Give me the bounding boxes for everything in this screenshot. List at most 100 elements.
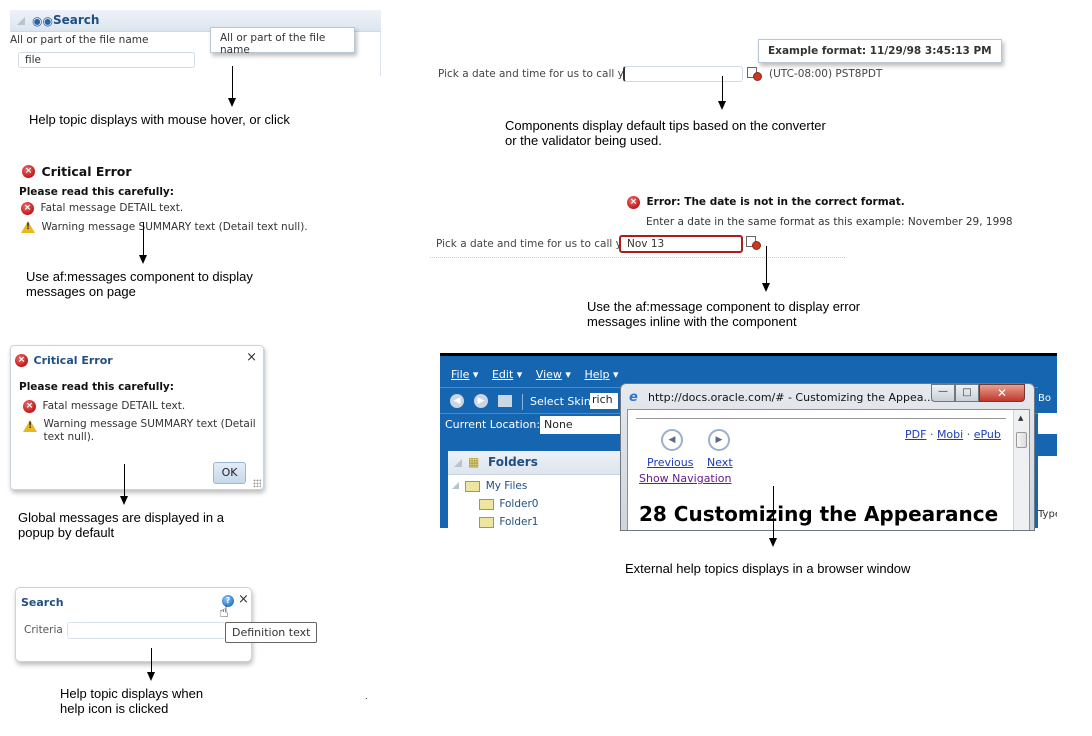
menu-file[interactable]: File ▾ bbox=[451, 368, 478, 381]
scroll-thumb[interactable] bbox=[1016, 432, 1027, 448]
scroll-up-icon[interactable]: ▲ bbox=[1018, 414, 1023, 422]
show-navigation-link[interactable]: Show Navigation bbox=[639, 472, 732, 485]
resize-grip-icon[interactable] bbox=[253, 479, 261, 487]
tree-node[interactable]: My Files bbox=[452, 480, 527, 492]
error-icon: × bbox=[627, 195, 640, 209]
close-icon[interactable]: × bbox=[246, 350, 257, 365]
ie-icon: e bbox=[629, 390, 638, 405]
calendar-clock-icon[interactable] bbox=[747, 66, 762, 81]
maximize-button[interactable]: □ bbox=[955, 384, 979, 402]
caption-line: messages on page bbox=[26, 284, 136, 299]
date-label: Pick a date and time for us to call you bbox=[436, 238, 635, 250]
error-icon: × bbox=[21, 201, 34, 215]
date-input[interactable] bbox=[623, 66, 743, 82]
date-label: Pick a date and time for us to call you bbox=[438, 68, 637, 80]
error-icon: × bbox=[22, 165, 35, 178]
disclosure-triangle-icon[interactable] bbox=[17, 17, 25, 25]
caption-help-icon: Help topic displays when help icon is cl… bbox=[60, 686, 203, 716]
caption-external-help: External help topics displays in a brows… bbox=[625, 561, 911, 576]
arrow bbox=[124, 464, 125, 498]
caption-default-tips: Components display default tips based on… bbox=[505, 118, 826, 148]
caption-line: messages inline with the component bbox=[587, 314, 797, 329]
pdf-link[interactable]: PDF bbox=[905, 428, 926, 441]
folder-up-icon[interactable] bbox=[498, 395, 512, 407]
date-input-error[interactable]: Nov 13 bbox=[619, 235, 743, 253]
popup-intro: Please read this carefully: bbox=[19, 381, 174, 393]
timezone-label: (UTC-08:00) PST8PDT bbox=[769, 68, 883, 80]
vertical-scrollbar[interactable]: ▲ bbox=[1013, 410, 1029, 530]
forward-icon[interactable]: ▶ bbox=[474, 394, 488, 408]
window-controls: — □ ✕ bbox=[931, 384, 1031, 403]
caption-line: Global messages are displayed in a bbox=[18, 510, 224, 525]
caption-popup: Global messages are displayed in a popup… bbox=[18, 510, 224, 540]
message-text: text null). bbox=[43, 431, 95, 443]
caption-line: Use the af:message component to display … bbox=[587, 299, 861, 314]
menu-edit[interactable]: Edit ▾ bbox=[492, 368, 522, 381]
arrow-head bbox=[139, 255, 147, 264]
menu-label: File bbox=[451, 368, 470, 381]
caption-messages: Use af:messages component to display mes… bbox=[26, 269, 253, 299]
file-name-label: All or part of the file name bbox=[10, 34, 149, 46]
browser-title: http://docs.oracle.com/# - Customizing t… bbox=[648, 391, 934, 404]
next-link[interactable]: Next bbox=[707, 456, 733, 469]
folder-icon bbox=[479, 498, 494, 510]
right-edge-type: Type bbox=[1038, 509, 1057, 520]
arrow-head bbox=[147, 672, 155, 681]
arrow-head bbox=[769, 538, 777, 547]
back-icon[interactable]: ◀ bbox=[450, 394, 464, 408]
criteria-label: Criteria bbox=[24, 624, 63, 636]
folders-header[interactable]: ▦ Folders bbox=[448, 451, 623, 475]
menu-label: Help bbox=[584, 368, 610, 381]
menu-help[interactable]: Help ▾ bbox=[584, 368, 618, 381]
tree-node[interactable]: Folder0 bbox=[479, 498, 538, 510]
message-item-error: × Fatal message DETAIL text. bbox=[21, 201, 322, 218]
separator: · bbox=[929, 428, 937, 441]
menu-view[interactable]: View ▾ bbox=[536, 368, 571, 381]
messages-title: Critical Error bbox=[41, 164, 132, 179]
error-icon: × bbox=[23, 399, 36, 413]
file-name-tooltip: All or part of the file name bbox=[210, 27, 355, 56]
ok-button[interactable]: OK bbox=[213, 462, 246, 484]
folder-icon bbox=[479, 516, 494, 528]
error-title: Error: The date is not in the correct fo… bbox=[646, 196, 905, 208]
folder-tree-icon: ▦ bbox=[468, 455, 480, 469]
tree-node[interactable]: Folder1 bbox=[479, 516, 538, 528]
arrow-head bbox=[228, 98, 236, 107]
calendar-clock-icon[interactable] bbox=[746, 235, 761, 250]
date-format-tooltip: Example format: 11/29/98 3:45:13 PM bbox=[758, 39, 1002, 63]
messages-intro: Please read this carefully: bbox=[19, 186, 174, 198]
menu-bar: File ▾ Edit ▾ View ▾ Help ▾ bbox=[451, 368, 619, 381]
close-icon[interactable]: × bbox=[238, 592, 249, 607]
disclosure-triangle-icon[interactable] bbox=[454, 459, 462, 467]
error-detail: Enter a date in the same format as this … bbox=[646, 216, 1013, 228]
arrow bbox=[151, 648, 152, 674]
previous-icon[interactable]: ◀ bbox=[661, 429, 683, 451]
search-panel-title: Search bbox=[53, 13, 100, 27]
current-location-field[interactable]: None bbox=[540, 416, 625, 434]
epub-link[interactable]: ePub bbox=[974, 428, 1001, 441]
minimize-button[interactable]: — bbox=[931, 384, 955, 402]
expand-triangle-icon[interactable] bbox=[452, 482, 459, 489]
message-item-warning: Warning message SUMMARY text (Detail tex… bbox=[23, 418, 256, 444]
caption-line: popup by default bbox=[18, 525, 115, 540]
caption-hover-help: Help topic displays with mouse hover, or… bbox=[29, 112, 290, 127]
definition-tooltip: Definition text bbox=[225, 622, 318, 643]
arrow-head bbox=[718, 101, 726, 110]
current-location-label: Current Location: bbox=[445, 418, 541, 431]
skin-select[interactable]: rich bbox=[590, 393, 618, 409]
next-icon[interactable]: ▶ bbox=[708, 429, 730, 451]
criteria-input[interactable] bbox=[67, 622, 237, 639]
tree-node-label: My Files bbox=[485, 480, 528, 492]
message-text: Fatal message DETAIL text. bbox=[40, 202, 184, 214]
caption-line: help icon is clicked bbox=[60, 701, 169, 716]
warning-icon bbox=[21, 221, 35, 233]
close-window-button[interactable]: ✕ bbox=[979, 384, 1025, 402]
mobi-link[interactable]: Mobi bbox=[937, 428, 963, 441]
warning-icon bbox=[23, 420, 37, 432]
previous-link[interactable]: Previous bbox=[647, 456, 694, 469]
message-item-warning: Warning message SUMMARY text (Detail tex… bbox=[21, 220, 322, 237]
caption-line: Help topic displays when bbox=[60, 686, 204, 701]
file-name-input[interactable]: file bbox=[18, 52, 195, 68]
chapter-heading: 28 Customizing the Appearance bbox=[639, 502, 999, 526]
folders-panel: ▦ Folders My Files Folder0 Folder1 bbox=[448, 451, 623, 528]
